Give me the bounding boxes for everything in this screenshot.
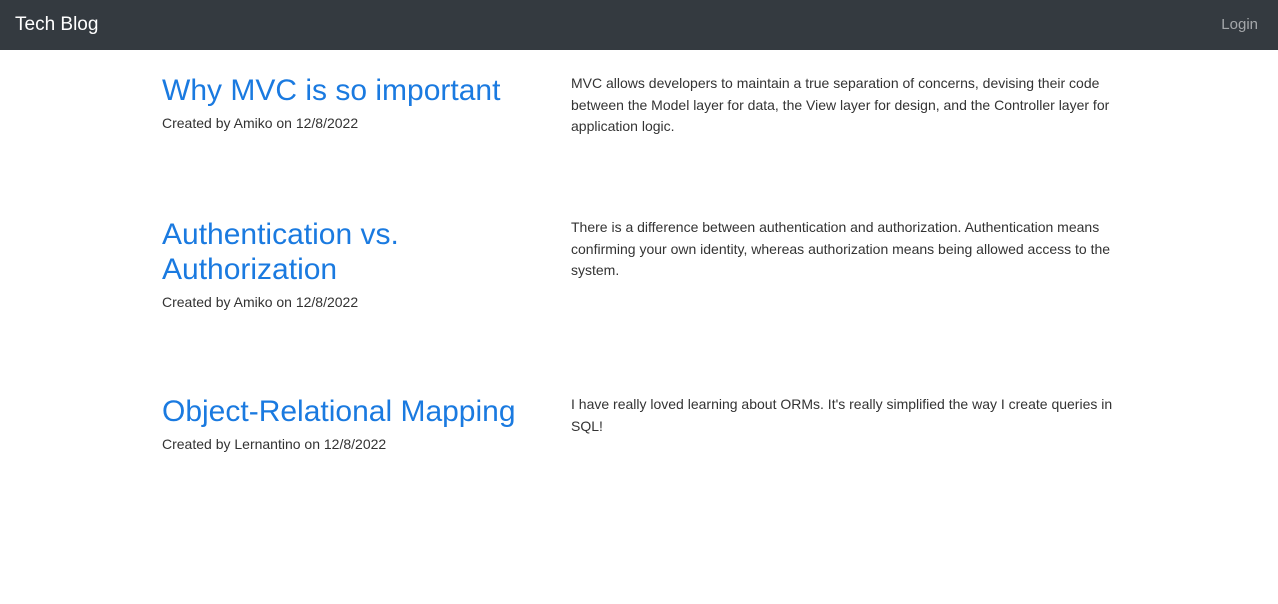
post-header: Why MVC is so important Created by Amiko… — [162, 73, 542, 132]
brand-link[interactable]: Tech Blog — [15, 14, 98, 36]
post-body: MVC allows developers to maintain a true… — [571, 75, 1110, 134]
post-meta: Created by Amiko on 12/8/2022 — [162, 115, 359, 131]
post-header: Object-Relational Mapping Created by Ler… — [162, 394, 562, 453]
post-body: There is a difference between authentica… — [571, 219, 1111, 278]
post-header: Authentication vs. Authorization Created… — [162, 217, 542, 311]
post-meta: Created by Amiko on 12/8/2022 — [162, 294, 359, 310]
post-body: I have really loved learning about ORMs.… — [571, 396, 1113, 434]
post-title-link[interactable]: Object-Relational Mapping — [162, 394, 562, 429]
post-meta: Created by Lernantino on 12/8/2022 — [162, 436, 387, 452]
post-title-link[interactable]: Why MVC is so important — [162, 73, 542, 108]
top-navbar: Tech Blog Login — [0, 0, 1278, 50]
login-link[interactable]: Login — [1221, 16, 1258, 34]
post-title-link[interactable]: Authentication vs. Authorization — [162, 217, 542, 287]
